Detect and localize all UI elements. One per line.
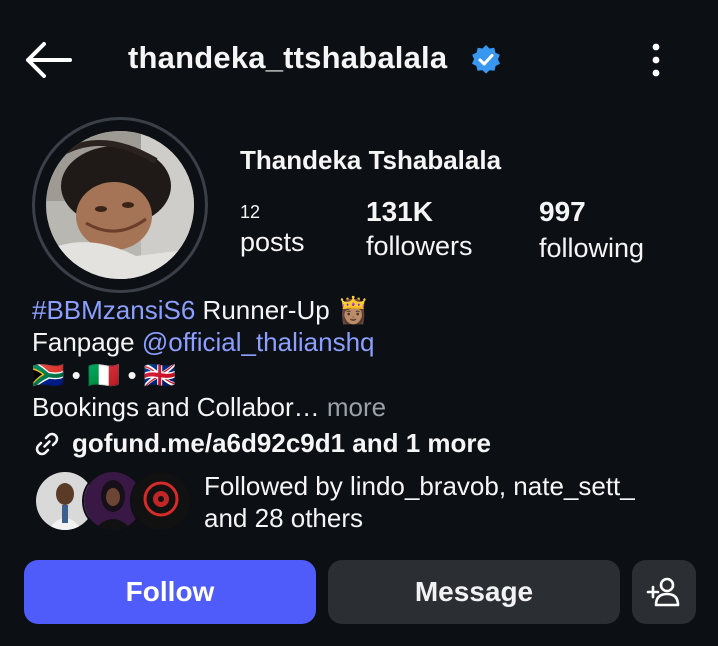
profile-username: thandeka_ttshabalala: [128, 40, 448, 75]
add-person-icon: [646, 577, 680, 607]
more-vertical-icon[interactable]: [640, 40, 672, 80]
bio-line-1: #BBMzansiS6 Runner-Up 👸🏽: [32, 295, 369, 326]
princess-emoji: 👸🏽: [336, 295, 370, 325]
bio-flags: 🇿🇦 • 🇮🇹 • 🇬🇧: [32, 360, 177, 390]
followers-count[interactable]: 131K: [366, 196, 433, 228]
mutual-follower-avatar: [130, 470, 192, 532]
posts-label[interactable]: posts: [240, 227, 305, 258]
bio-text: Bookings and Collabor…: [32, 392, 327, 422]
link-icon: [35, 432, 59, 455]
bio-text: Fanpage: [32, 327, 142, 357]
display-name: Thandeka Tshabalala: [240, 145, 502, 175]
external-link[interactable]: gofund.me/a6d92c9d1 and 1 more: [32, 428, 491, 459]
bio-text: Runner-Up: [195, 295, 337, 325]
followers-label[interactable]: followers: [366, 231, 473, 262]
message-button-label: Message: [414, 576, 534, 607]
following-count[interactable]: 997: [539, 196, 586, 228]
followed-by-text[interactable]: Followed by lindo_bravob, nate_sett_ and…: [204, 470, 635, 534]
bio-more-link[interactable]: more: [327, 392, 386, 422]
bio-line-2: Fanpage @official_thalianshq: [32, 327, 375, 358]
bio-line-4: Bookings and Collabor… more: [32, 392, 386, 423]
mutual-followers-avatars[interactable]: [34, 470, 194, 532]
following-label[interactable]: following: [539, 233, 644, 264]
bio-hashtag-link[interactable]: #BBMzansiS6: [32, 295, 195, 325]
verified-badge-icon: [472, 45, 500, 74]
follow-button-label: Follow: [125, 576, 215, 607]
follow-button[interactable]: Follow: [24, 560, 316, 624]
suggested-users-button[interactable]: [632, 560, 696, 624]
profile-avatar[interactable]: [46, 131, 194, 279]
followed-by-line: Followed by lindo_bravob, nate_sett_: [204, 471, 635, 501]
external-link-text[interactable]: gofund.me/a6d92c9d1 and 1 more: [72, 428, 491, 459]
posts-count: 12: [240, 202, 261, 222]
message-button[interactable]: Message: [328, 560, 620, 624]
arrow-left-icon[interactable]: [22, 40, 74, 80]
followed-by-line: and 28 others: [204, 503, 364, 533]
bio-mention-link[interactable]: @official_thalianshq: [142, 327, 375, 357]
